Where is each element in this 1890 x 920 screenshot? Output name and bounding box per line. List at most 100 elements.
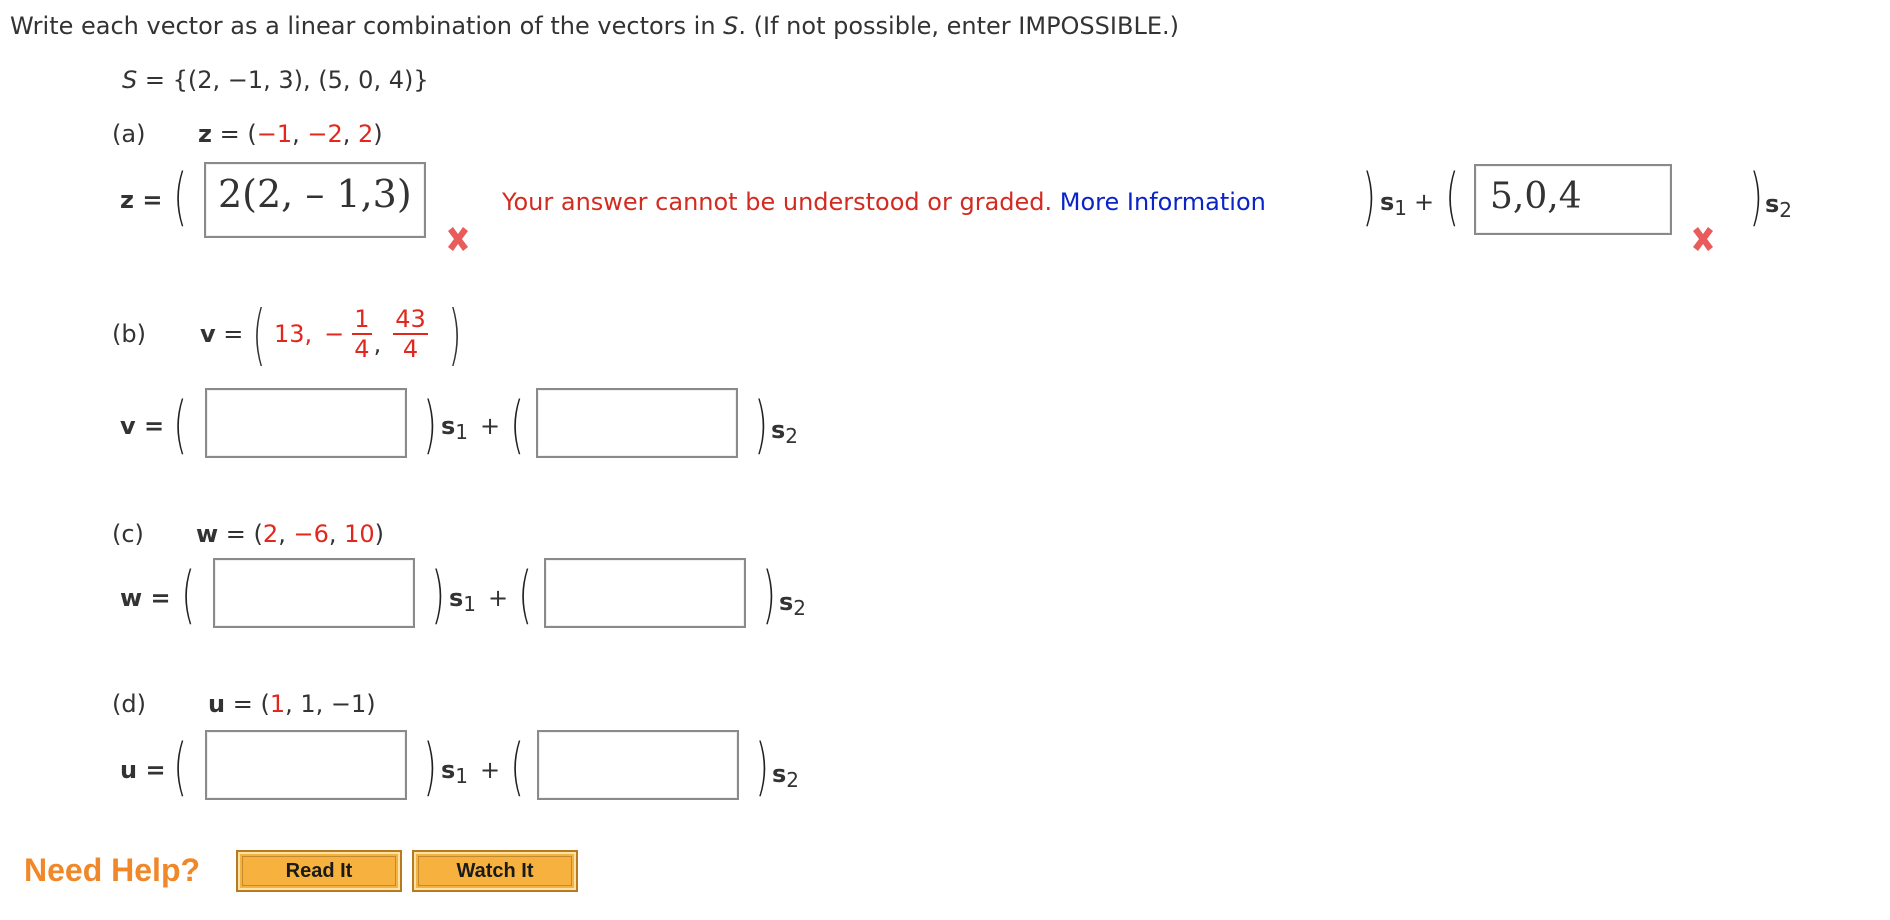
part-d-label: (d) xyxy=(112,690,146,718)
basis-s: s xyxy=(779,588,794,616)
part-a-comma-2: , xyxy=(342,120,359,148)
watch-it-label: Watch It xyxy=(456,860,534,882)
part-a-row-label: z = xyxy=(120,186,163,214)
part-c-vec-symbol: w xyxy=(196,520,219,548)
basis-s2-label: s2 xyxy=(1765,190,1792,222)
basis-s1-label: s1 xyxy=(441,756,468,788)
part-c-value-2: −6 xyxy=(293,520,329,548)
basis-sub-2: 2 xyxy=(786,768,800,792)
error-message-row: Your answer cannot be understood or grad… xyxy=(502,188,1266,216)
open-paren: ( xyxy=(510,388,524,461)
set-definition: S = {(2, −1, 3), (5, 0, 4)} xyxy=(122,66,429,94)
part-d-row-label: u = xyxy=(120,756,166,784)
part-d-coefficient-2-input[interactable] xyxy=(537,730,739,800)
basis-s2-label: s2 xyxy=(771,416,798,448)
part-c-close: ) xyxy=(374,520,385,548)
plus-sign: + xyxy=(1414,188,1435,216)
open-paren: ( xyxy=(510,730,524,803)
part-a-coefficient-1-value: 2(2, – 1,3) xyxy=(218,172,412,216)
close-paren: ) xyxy=(1362,160,1376,233)
basis-s1-label: s1 xyxy=(1380,188,1407,220)
close-paren: ) xyxy=(762,558,776,631)
part-d-coefficient-1-input[interactable] xyxy=(205,730,407,800)
basis-sub-2: 2 xyxy=(1779,198,1793,222)
part-d-vec-symbol: u xyxy=(208,690,226,718)
basis-s2-label: s2 xyxy=(779,588,806,620)
basis-sub-1: 1 xyxy=(455,764,469,788)
close-paren: ) xyxy=(754,388,768,461)
open-paren: ( xyxy=(1445,160,1459,233)
instructions-after: . (If not possible, enter IMPOSSIBLE.) xyxy=(738,12,1179,40)
part-d-vector: u = (1, 1, −1) xyxy=(208,690,376,718)
basis-s2-label: s2 xyxy=(772,760,799,792)
part-a-value-1: −1 xyxy=(256,120,293,148)
part-b-coefficient-2-input[interactable] xyxy=(536,388,738,458)
part-c-label: (c) xyxy=(112,520,144,548)
part-b-vec: v xyxy=(200,320,216,348)
part-a-label: (a) xyxy=(112,120,146,148)
plus-sign: + xyxy=(480,756,501,784)
part-a-value-3: 2 xyxy=(358,120,374,148)
basis-s: s xyxy=(441,412,456,440)
part-a-coefficient-1-input[interactable]: 2(2, – 1,3) xyxy=(204,162,426,238)
basis-s: s xyxy=(1380,188,1395,216)
part-c-coefficient-1-input[interactable] xyxy=(213,558,415,628)
part-a-value-2: −2 xyxy=(307,120,343,148)
instructions-before: Write each vector as a linear combinatio… xyxy=(10,12,724,40)
part-c-row-label: w = xyxy=(120,584,171,612)
basis-sub-1: 1 xyxy=(1394,196,1408,220)
part-b-frac1-den: 4 xyxy=(354,335,370,363)
close-paren: ) xyxy=(423,730,437,803)
part-c-comma-2: , xyxy=(328,520,345,548)
instructions-set-name: S xyxy=(723,12,739,40)
part-c-coefficient-2-input[interactable] xyxy=(544,558,746,628)
open-paren: ( xyxy=(173,730,187,803)
part-c-value-3: 10 xyxy=(344,520,375,548)
part-a-close: ) xyxy=(373,120,383,148)
part-b-vector-symbol: v = xyxy=(200,320,243,348)
basis-s1-label: s1 xyxy=(449,584,476,616)
part-a-comma-1: , xyxy=(292,120,308,148)
close-paren: ) xyxy=(1749,160,1763,233)
plus-sign: + xyxy=(488,584,509,612)
part-b-fraction-2: 43 4 xyxy=(393,305,428,363)
read-it-label: Read It xyxy=(285,860,353,882)
part-a-vector: z = (−1, −2, 2) xyxy=(198,120,383,148)
basis-s1-label: s1 xyxy=(441,412,468,444)
open-paren: ( xyxy=(173,160,187,233)
basis-s: s xyxy=(449,584,464,612)
part-b-fraction-1: 1 4 xyxy=(352,305,372,363)
part-b-coefficient-1-input[interactable] xyxy=(205,388,407,458)
close-paren: ) xyxy=(448,296,462,373)
part-c-eq: = ( xyxy=(218,520,263,548)
close-paren: ) xyxy=(431,558,445,631)
part-b-vector-values: 13, − 1 4 , 43 4 xyxy=(274,304,428,364)
set-symbol: S xyxy=(122,66,138,94)
plus-sign: + xyxy=(480,412,501,440)
part-c-vector: w = (2, −6, 10) xyxy=(196,520,384,548)
part-b-eq: = xyxy=(215,320,244,348)
watch-it-button[interactable]: Watch It xyxy=(412,850,578,892)
part-a-coefficient-2-input[interactable]: 5,0,4 xyxy=(1474,164,1672,235)
part-a-eq: = ( xyxy=(211,120,257,148)
close-paren: ) xyxy=(423,388,437,461)
part-b-row-label: v = xyxy=(120,412,165,440)
basis-s: s xyxy=(441,756,456,784)
open-paren: ( xyxy=(518,558,532,631)
basis-sub-2: 2 xyxy=(793,596,807,620)
part-d-eq: = ( xyxy=(225,690,270,718)
need-help-label: Need Help? xyxy=(24,852,201,888)
part-b-frac2-num: 43 xyxy=(393,305,428,335)
part-b-comma: , xyxy=(373,330,382,358)
part-b-frac2-den: 4 xyxy=(402,335,419,363)
error-message: Your answer cannot be understood or grad… xyxy=(502,188,1053,216)
open-paren: ( xyxy=(252,296,266,373)
more-information-link[interactable]: More Information xyxy=(1060,188,1266,216)
part-b-label: (b) xyxy=(112,320,146,348)
instructions-text: Write each vector as a linear combinatio… xyxy=(10,12,1179,40)
part-a-vec-symbol: z xyxy=(198,120,212,148)
basis-s: s xyxy=(771,416,786,444)
read-it-button[interactable]: Read It xyxy=(236,850,402,892)
part-d-rest: , 1, −1) xyxy=(285,690,376,718)
part-b-value-1: 13, xyxy=(274,320,313,348)
